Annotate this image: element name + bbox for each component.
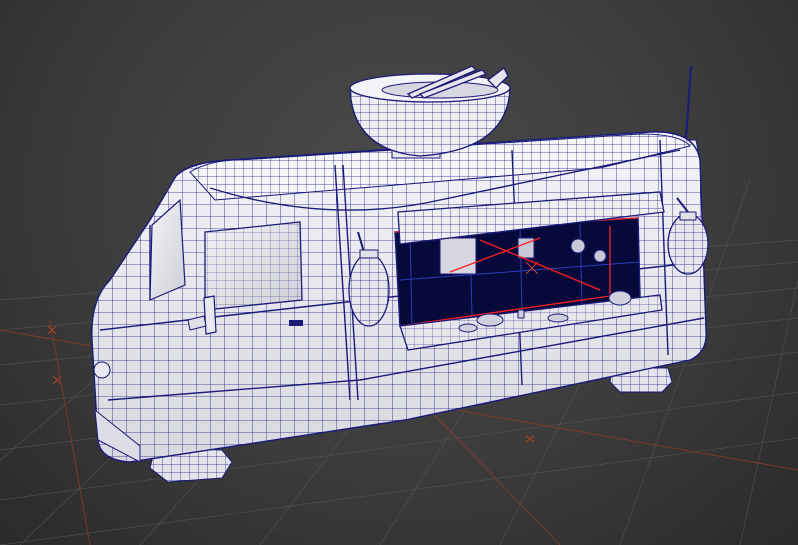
counter-plate[interactable]	[458, 323, 478, 333]
door-handle[interactable]	[289, 320, 303, 326]
counter-cup[interactable]	[517, 309, 525, 319]
viewport-canvas[interactable]	[0, 0, 798, 545]
headlight[interactable]	[93, 361, 111, 379]
counter-dish[interactable]	[547, 313, 569, 323]
counter-bowl-right[interactable]	[608, 290, 632, 306]
maya-viewport[interactable]	[0, 0, 798, 545]
counter-bowl[interactable]	[476, 313, 504, 327]
